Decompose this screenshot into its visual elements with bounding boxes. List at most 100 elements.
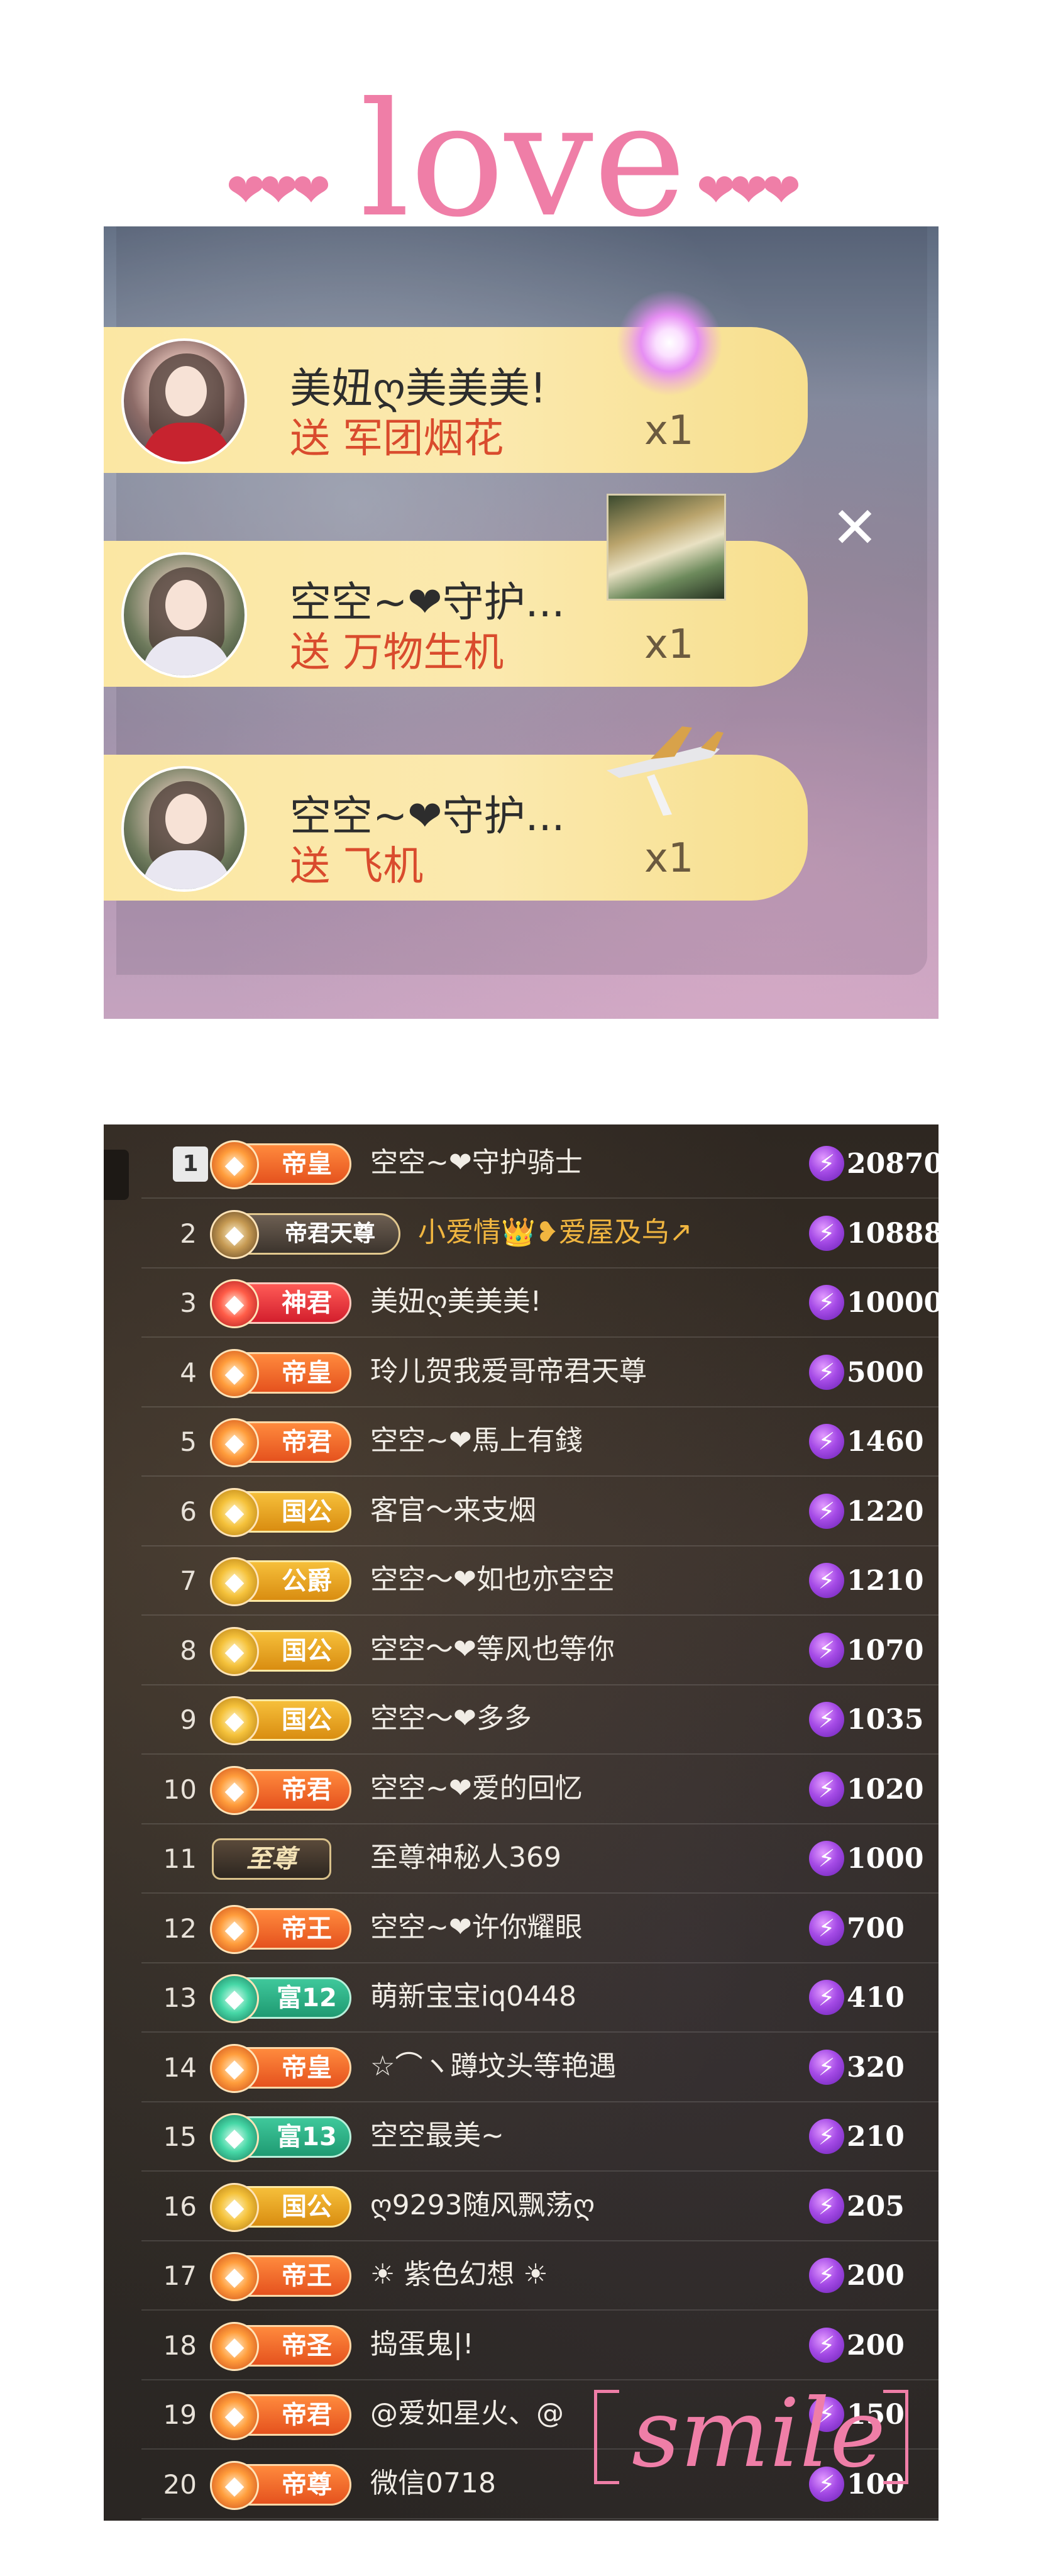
rank-row[interactable]: 7 ◆ 公爵 空空～❤如也亦空空 ⚡ 1210	[141, 1546, 939, 1616]
rank-score: ⚡ 10888	[809, 1213, 939, 1255]
rank-user-name[interactable]: 萌新宝宝iq0448	[370, 1975, 810, 2019]
rank-score: ⚡ 1220	[809, 1491, 939, 1533]
lightning-icon: ⚡	[809, 2188, 844, 2224]
rank-user-name[interactable]: ☆⌒ヽ蹲坟头等艳遇	[370, 2045, 810, 2089]
rank-badge: ◆ 帝皇	[210, 2043, 351, 2093]
rank-score: ⚡ 200	[809, 2325, 939, 2367]
rank-list: 1 ◆ 帝皇 空空~❤守护骑士 ⚡ 20870 2 ◆ 帝君天尊 小爱情👑❥爱屋及乌↗ ⚡ 10888…	[104, 1124, 939, 2521]
rank-number: 7	[180, 1565, 197, 1596]
score-value: 200	[847, 2260, 905, 2292]
rank-user-name[interactable]: 空空～❤多多	[370, 1697, 810, 1741]
score-value: 1000	[847, 1843, 924, 1875]
lightning-icon: ⚡	[809, 1841, 844, 1876]
avatar[interactable]	[121, 338, 247, 464]
avatar-face	[165, 794, 207, 844]
rank-user-name[interactable]: 空空最美~	[370, 2114, 810, 2158]
rank-badge: ◆ 国公	[210, 1626, 351, 1676]
lightning-icon: ⚡	[809, 1285, 844, 1320]
rank-row[interactable]: 3 ◆ 神君 美妞ღ美美美! ⚡ 10000	[141, 1269, 939, 1338]
rank-user-name[interactable]: 至尊神秘人369	[370, 1836, 810, 1880]
rank-user-name[interactable]: 小爱情👑❥爱屋及乌↗	[418, 1211, 858, 1255]
page: ❤❤❤ love ❤❤❤ 美妞ღ美美美! 送 军团烟花 x1 空空~❤守护...…	[0, 0, 1046, 2576]
gift-row: 空空~❤守护... 送 飞机 x1	[104, 726, 808, 901]
rank-row[interactable]: 13 ◆ 富12 萌新宝宝iq0448 ⚡ 410	[141, 1963, 939, 2033]
rank-row[interactable]: 9 ◆ 国公 空空～❤多多 ⚡ 1035	[141, 1685, 939, 1755]
rank-row[interactable]: 12 ◆ 帝王 空空~❤许你耀眼 ⚡ 700	[141, 1894, 939, 1963]
rank-score: ⚡ 410	[809, 1977, 939, 2019]
love-header: ❤❤❤ love ❤❤❤	[0, 82, 1046, 239]
rank-number: 8	[180, 1635, 197, 1666]
gift-row: 美妞ღ美美美! 送 军团烟花 x1	[104, 289, 808, 473]
score-value: 1220	[847, 1495, 924, 1528]
rank-user-name[interactable]: 空空～❤等风也等你	[370, 1628, 810, 1672]
rank-row[interactable]: 18 ◆ 帝圣 捣蛋鬼|! ⚡ 200	[141, 2311, 939, 2380]
avatar[interactable]	[121, 552, 247, 678]
rank-user-name[interactable]: ☀ 紫色幻想 ☀	[370, 2253, 810, 2297]
rank-score: ⚡ 1000	[809, 1838, 939, 1880]
badge-emblem-icon: ◆	[210, 1626, 259, 1676]
rank-score: ⚡ 200	[809, 2255, 939, 2297]
rank-score: ⚡ 5000	[809, 1352, 939, 1394]
lightning-icon: ⚡	[809, 1910, 844, 1946]
badge-emblem-icon: ◆	[210, 2391, 259, 2440]
rank-user-name[interactable]: ღ9293随风飘荡ღ	[370, 2184, 810, 2228]
gift-panel: 美妞ღ美美美! 送 军团烟花 x1 空空~❤守护... 送 万物生机 x1 空空…	[104, 226, 939, 1019]
rank-row[interactable]: 14 ◆ 帝皇 ☆⌒ヽ蹲坟头等艳遇 ⚡ 320	[141, 2033, 939, 2102]
smile-text: smile	[632, 2379, 886, 2489]
rank-user-name[interactable]: 空空~❤馬上有錢	[370, 1419, 810, 1463]
rank-user-name[interactable]: 空空~❤爱的回忆	[370, 1767, 810, 1811]
rank-user-name[interactable]: 玲儿贺我爱哥帝君天尊	[370, 1350, 810, 1394]
avatar[interactable]	[121, 766, 247, 892]
badge-label: 帝皇	[282, 2053, 332, 2082]
rank-badge: ◆ 富12	[210, 1974, 351, 2023]
rank-user-name[interactable]: 客官～来支烟	[370, 1489, 810, 1533]
rank-row[interactable]: 11 ◆至尊至尊神秘人369⚡1000	[141, 1824, 939, 1894]
rank-user-name[interactable]: 美妞ღ美美美!	[370, 1280, 810, 1324]
rank-user-name[interactable]: 空空～❤如也亦空空	[370, 1558, 810, 1602]
rank-badge: ◆ 帝圣	[210, 2321, 351, 2371]
rank-score: ⚡ 700	[809, 1908, 939, 1950]
rank-row[interactable]: 17 ◆ 帝王 ☀ 紫色幻想 ☀ ⚡ 200	[141, 2241, 939, 2311]
score-value: 1460	[847, 1426, 924, 1458]
rank-row[interactable]: 5 ◆ 帝君 空空~❤馬上有錢 ⚡ 1460	[141, 1407, 939, 1477]
hearts-right: ❤❤❤	[696, 164, 801, 218]
badge-emblem-icon: ◆	[210, 1209, 259, 1259]
rank-row[interactable]: 4 ◆ 帝皇 玲儿贺我爱哥帝君天尊 ⚡ 5000	[141, 1338, 939, 1407]
score-value: 210	[847, 2121, 905, 2153]
score-value: 410	[847, 1982, 905, 2014]
badge-emblem-icon: ◆	[210, 1348, 259, 1398]
rank-row[interactable]: 2 ◆ 帝君天尊 小爱情👑❥爱屋及乌↗ ⚡ 10888	[141, 1199, 939, 1269]
rank-row[interactable]: 1 ◆ 帝皇 空空~❤守护骑士 ⚡ 20870	[141, 1130, 939, 1199]
score-value: 1070	[847, 1634, 924, 1667]
score-value: 205	[847, 2190, 905, 2223]
rank-number: 5	[180, 1426, 197, 1457]
score-value: 10000	[847, 1287, 939, 1319]
rank-row[interactable]: 15 ◆ 富13 空空最美~ ⚡ 210	[141, 2102, 939, 2172]
rank-number: 18	[163, 2329, 197, 2361]
rank-user-name[interactable]: 捣蛋鬼|!	[370, 2323, 810, 2367]
gift-count: x1	[644, 408, 694, 454]
rank-row[interactable]: 16 ◆ 国公 ღ9293随风飘荡ღ ⚡ 205	[141, 2172, 939, 2241]
rank-user-name[interactable]: 空空~❤许你耀眼	[370, 1906, 810, 1950]
rank-score: ⚡ 1020	[809, 1769, 939, 1811]
lightning-icon: ⚡	[809, 2119, 844, 2154]
rank-row[interactable]: 6 ◆ 国公 客官～来支烟 ⚡ 1220	[141, 1477, 939, 1546]
close-icon[interactable]: ✕	[830, 500, 880, 557]
lightning-icon: ⚡	[809, 1146, 844, 1181]
lightning-icon: ⚡	[809, 1702, 844, 1737]
avatar-face	[165, 366, 207, 416]
score-value: 5000	[847, 1356, 924, 1389]
badge-label: 帝尊	[282, 2470, 332, 2499]
badge-emblem-icon: ◆	[210, 1765, 259, 1815]
rank-badge: ◆ 神君	[210, 1279, 351, 1328]
badge-emblem-icon: ◆	[210, 2113, 259, 2162]
rank-number: 9	[180, 1704, 197, 1735]
rank-user-name[interactable]: 空空~❤守护骑士	[370, 1141, 810, 1185]
rank-row[interactable]: 8 ◆ 国公 空空～❤等风也等你 ⚡ 1070	[141, 1616, 939, 1685]
rank-number: 15	[163, 2121, 197, 2152]
rank-number: 16	[163, 2190, 197, 2222]
score-value: 320	[847, 2051, 905, 2084]
rank-row[interactable]: 10 ◆ 帝君 空空~❤爱的回忆 ⚡ 1020	[141, 1755, 939, 1824]
badge-label: 富13	[277, 2123, 337, 2151]
rank-score: ⚡ 1210	[809, 1560, 939, 1602]
